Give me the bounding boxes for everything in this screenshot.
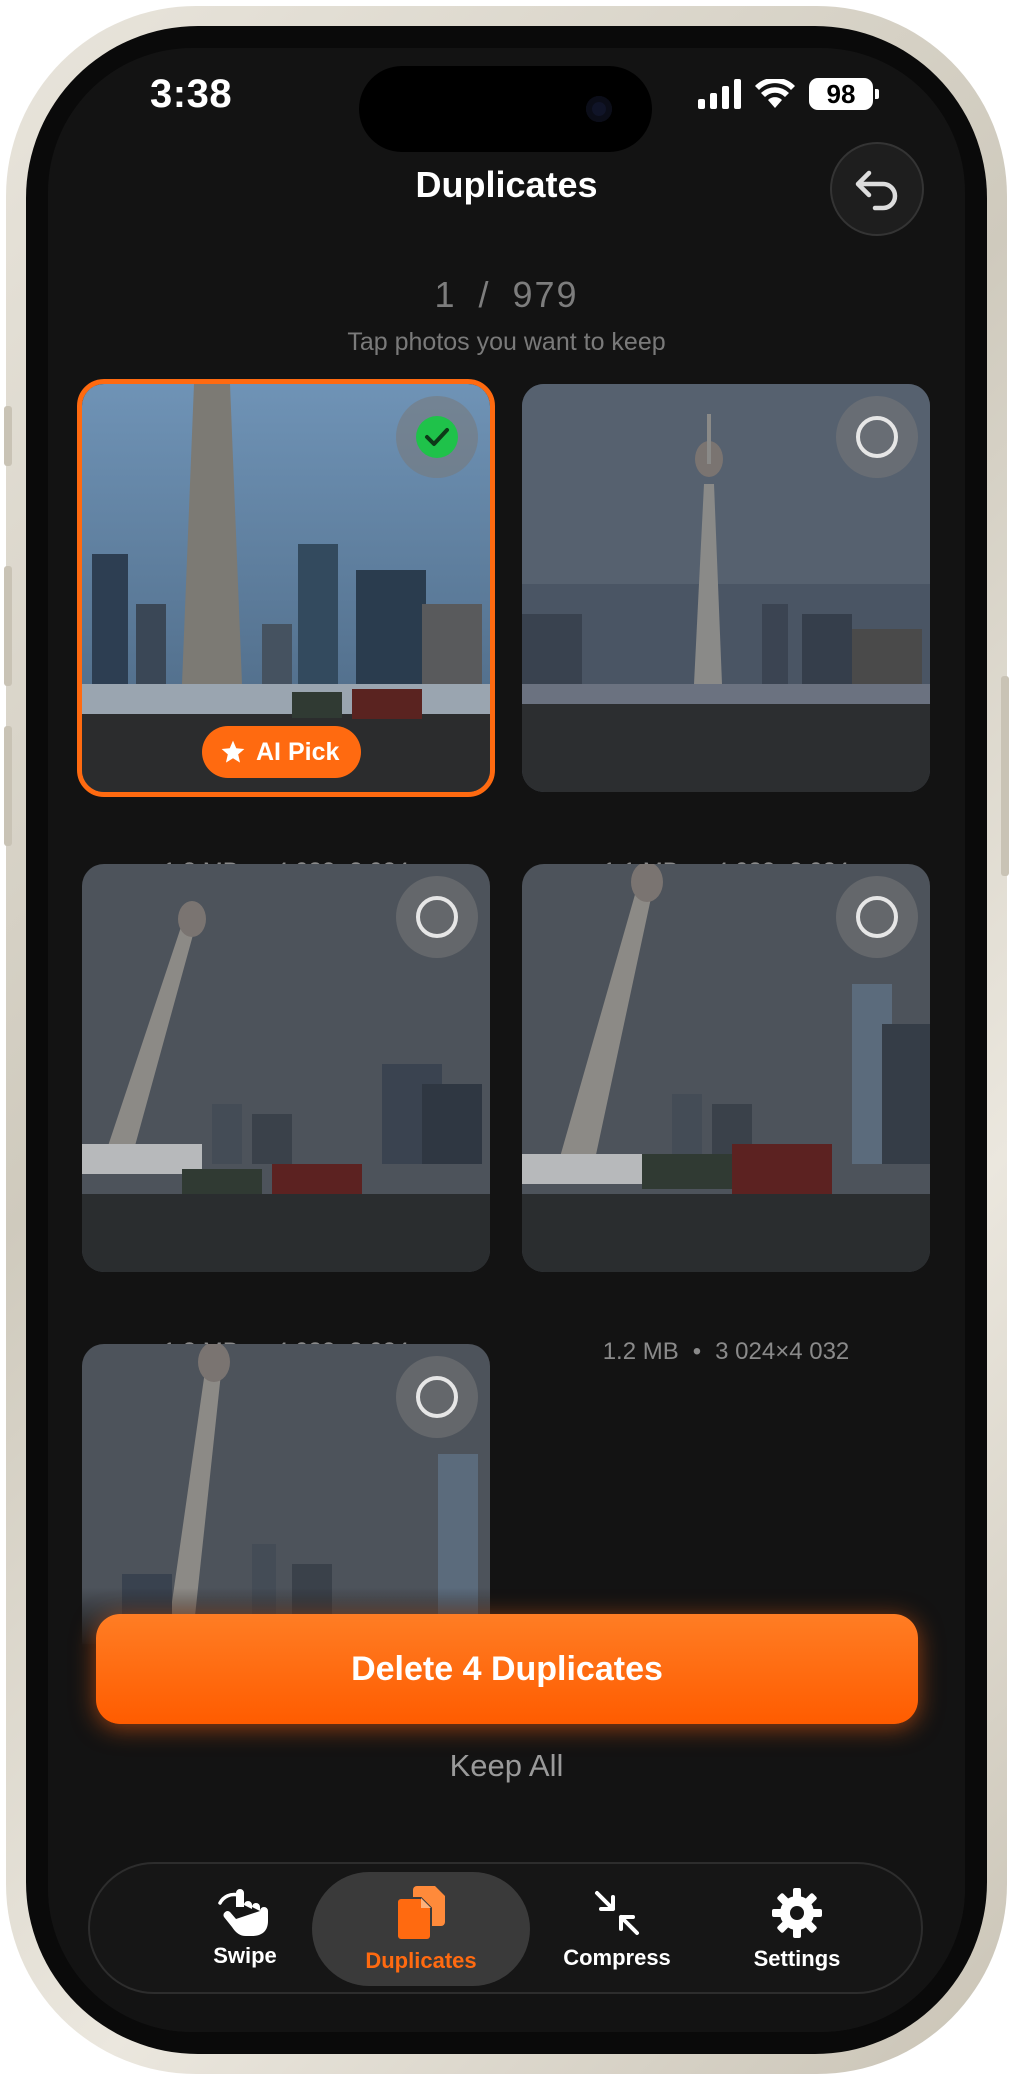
progress-separator: / bbox=[478, 274, 491, 315]
mute-switch bbox=[4, 406, 12, 466]
hand-tap-icon bbox=[218, 1889, 268, 1936]
select-toggle[interactable] bbox=[836, 876, 918, 958]
compress-arrows-icon bbox=[595, 1891, 639, 1935]
photo-dimensions: 3 024×4 032 bbox=[715, 1338, 850, 1365]
instruction-text: Tap photos you want to keep bbox=[347, 328, 666, 356]
tab-settings[interactable]: Settings bbox=[688, 1872, 906, 1986]
photo-card-2[interactable] bbox=[522, 384, 930, 792]
unchecked-circle-icon bbox=[856, 416, 898, 458]
keep-all-button[interactable]: Keep All bbox=[48, 1748, 965, 1784]
power-button bbox=[1001, 676, 1009, 876]
volume-down-button bbox=[4, 726, 12, 846]
tab-label: Compress bbox=[563, 1945, 671, 1970]
select-toggle[interactable] bbox=[396, 396, 478, 478]
select-toggle[interactable] bbox=[396, 876, 478, 958]
wifi-icon bbox=[755, 79, 795, 108]
page-title: Duplicates bbox=[415, 164, 598, 205]
select-toggle[interactable] bbox=[836, 396, 918, 478]
progress-counter: 1 / 979 bbox=[48, 274, 965, 316]
unchecked-circle-icon bbox=[856, 896, 898, 938]
photo-card-1[interactable]: AI Pick bbox=[77, 379, 495, 797]
progress-total: 979 bbox=[512, 274, 579, 315]
ai-pick-badge: AI Pick bbox=[202, 726, 362, 778]
undo-arrow-icon bbox=[855, 170, 898, 211]
progress-current: 1 bbox=[434, 274, 457, 315]
photo-size: 1.2 MB bbox=[602, 1338, 679, 1365]
photo-meta: 1.2 MB • 3 024×4 032 bbox=[522, 1338, 930, 1366]
documents-icon bbox=[396, 1886, 445, 1941]
app-screen: 3:38 98 Duplicates 1 / 979 Tap photos you … bbox=[48, 48, 965, 2032]
select-toggle[interactable] bbox=[396, 1356, 478, 1438]
battery-icon: 98 bbox=[809, 78, 879, 110]
undo-button[interactable] bbox=[830, 142, 924, 236]
check-icon bbox=[416, 416, 458, 458]
front-camera bbox=[586, 96, 612, 122]
meta-separator: • bbox=[692, 1338, 702, 1365]
status-indicators: 98 bbox=[698, 78, 879, 110]
tab-bar: Swipe Duplicates Compress Settings bbox=[88, 1862, 923, 1994]
dynamic-island bbox=[359, 66, 652, 152]
cellular-signal-icon bbox=[698, 79, 741, 109]
unchecked-circle-icon bbox=[416, 1376, 458, 1418]
tab-duplicates[interactable]: Duplicates bbox=[312, 1872, 530, 1986]
status-time: 3:38 bbox=[150, 72, 233, 116]
volume-up-button bbox=[4, 566, 12, 686]
photo-card-3-image[interactable] bbox=[82, 864, 490, 1272]
tab-label: Duplicates bbox=[365, 1948, 477, 1973]
tab-label: Swipe bbox=[213, 1943, 277, 1968]
unchecked-circle-icon bbox=[416, 896, 458, 938]
photo-card-4[interactable] bbox=[522, 864, 930, 1272]
ai-pick-label: AI Pick bbox=[256, 737, 340, 766]
tab-label: Settings bbox=[753, 1946, 841, 1971]
gear-icon bbox=[772, 1888, 822, 1938]
delete-duplicates-button[interactable]: Delete 4 Duplicates bbox=[96, 1614, 918, 1724]
star-icon bbox=[221, 740, 245, 763]
